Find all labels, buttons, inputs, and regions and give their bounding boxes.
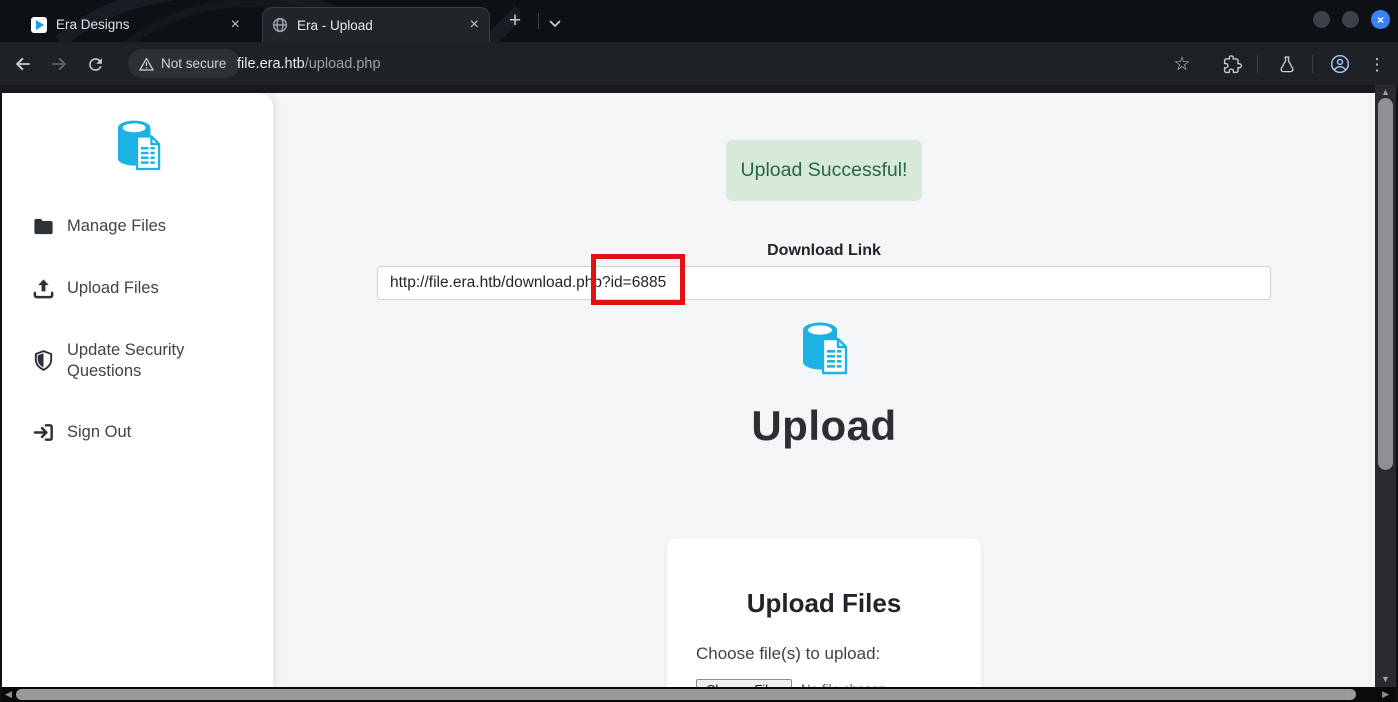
close-window-button[interactable]: × [1371, 10, 1390, 29]
maximize-button[interactable] [1342, 11, 1359, 28]
extensions-icon[interactable] [1221, 53, 1243, 75]
sidebar-item-label: Sign Out [67, 423, 132, 442]
tab-title: Era Designs [56, 17, 130, 32]
labs-flask-icon[interactable] [1276, 53, 1298, 75]
vertical-scrollbar-thumb[interactable] [1378, 98, 1393, 470]
url-path: /upload.php [304, 55, 381, 72]
toolbar-separator [1312, 55, 1313, 73]
back-button[interactable] [12, 53, 34, 75]
scroll-right-icon[interactable]: ▶ [1382, 689, 1389, 700]
download-link-field-wrap [377, 254, 1271, 305]
bookmark-star-icon[interactable]: ☆ [1171, 53, 1193, 75]
url-host: file.era.htb [237, 55, 305, 72]
browser-toolbar: Not secure file.era.htb/upload.php ☆ ⋮ [0, 42, 1398, 85]
choose-files-button[interactable]: Choose Files [696, 679, 792, 687]
minimize-button[interactable] [1313, 11, 1330, 28]
download-link-label: Download Link [767, 242, 881, 259]
sidebar-item-update-security-questions[interactable]: Update Security Questions [32, 340, 257, 381]
site-security-chip[interactable]: Not secure [128, 49, 241, 78]
tab-title: Era - Upload [297, 17, 373, 33]
page-title: Upload [751, 402, 897, 449]
scroll-up-icon[interactable]: ▲ [1375, 87, 1396, 97]
choose-files-prompt: Choose file(s) to upload: [696, 644, 881, 663]
file-input-row: Choose Files No file chosen [696, 679, 952, 687]
sign-out-icon [33, 424, 53, 441]
security-label: Not secure [161, 56, 227, 71]
database-file-logo-icon [803, 322, 848, 375]
globe-icon [272, 17, 288, 33]
sidebar-logo [2, 118, 273, 174]
upload-files-card: Upload Files Choose file(s) to upload: C… [667, 538, 981, 687]
warning-triangle-icon [139, 57, 154, 71]
menu-kebab-icon[interactable]: ⋮ [1366, 53, 1388, 75]
new-tab-button[interactable]: + [502, 9, 528, 33]
sidebar-item-label: Upload Files [67, 279, 159, 298]
era-designs-favicon [31, 16, 47, 33]
sidebar-item-upload-files[interactable]: Upload Files [32, 277, 257, 300]
horizontal-scrollbar[interactable]: ◀ ▶ [2, 687, 1396, 702]
browser-window: Era Designs × Era - Upload × + × Not sec… [0, 0, 1398, 702]
sidebar-item-label: Update Security Questions [67, 341, 185, 380]
folder-icon [34, 218, 53, 235]
tab-close-icon[interactable]: × [231, 16, 240, 33]
tab-search-chevron-icon[interactable] [549, 15, 561, 33]
tab-era-designs[interactable]: Era Designs × [22, 7, 250, 42]
toolbar-separator [1257, 55, 1258, 73]
sidebar-item-manage-files[interactable]: Manage Files [32, 215, 257, 238]
tab-separator [538, 13, 539, 29]
address-bar[interactable]: file.era.htb/upload.php [237, 42, 381, 85]
page-viewport: Manage Files Upload Files Update Securit… [2, 93, 1375, 687]
main-content: Upload Successful! Download Link http://… [273, 93, 1375, 687]
sidebar-item-label: Manage Files [67, 217, 167, 236]
window-controls: × [1313, 10, 1390, 29]
horizontal-scrollbar-thumb[interactable] [16, 689, 1356, 700]
sidebar-item-sign-out[interactable]: Sign Out [32, 421, 257, 444]
scroll-down-icon[interactable]: ▼ [1375, 674, 1396, 684]
vertical-scrollbar[interactable]: ▲ ▼ [1375, 85, 1396, 687]
chrome-bottom-strip [0, 85, 1398, 93]
tab-bar: Era Designs × Era - Upload × + × [0, 0, 1398, 42]
reload-button[interactable] [84, 53, 106, 75]
card-title: Upload Files [746, 588, 902, 618]
upload-page-logo [273, 320, 1375, 378]
red-annotation-box [591, 254, 685, 305]
tab-close-icon[interactable]: × [470, 17, 479, 33]
profile-icon[interactable] [1329, 53, 1351, 75]
tab-era-upload[interactable]: Era - Upload × [262, 7, 490, 42]
forward-button[interactable] [48, 53, 70, 75]
download-link-input[interactable] [377, 266, 1271, 300]
database-file-logo-icon [117, 120, 160, 171]
shield-icon [34, 350, 53, 372]
upload-success-alert: Upload Successful! [726, 140, 922, 201]
upload-icon [33, 279, 54, 299]
sidebar: Manage Files Upload Files Update Securit… [2, 93, 273, 687]
scroll-left-icon[interactable]: ◀ [5, 689, 12, 700]
